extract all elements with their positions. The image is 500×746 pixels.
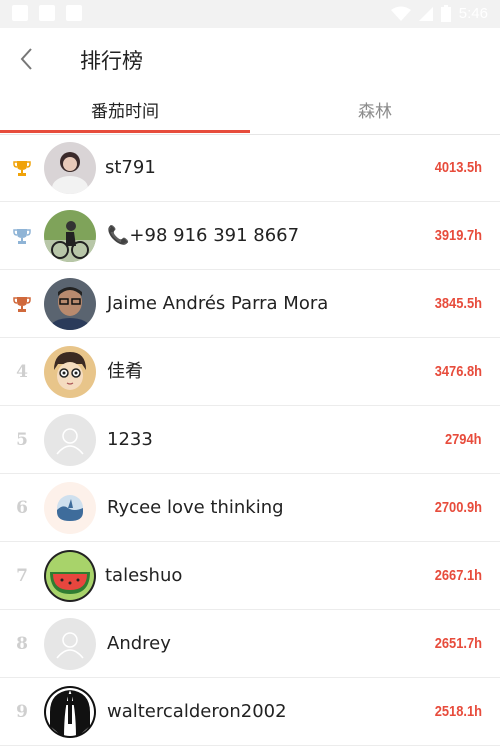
rank-number: 8 — [16, 633, 28, 654]
user-name: taleshuo — [105, 565, 183, 586]
rank-number: 9 — [16, 701, 28, 722]
focus-hours: 2667.1h — [434, 567, 482, 584]
page-title: 排行榜 — [80, 49, 143, 73]
notification-icons — [12, 5, 82, 21]
image-notification-icon — [12, 5, 28, 21]
user-name: 佳肴 — [107, 361, 143, 382]
list-item[interactable]: st791 4013.5h — [0, 134, 500, 202]
status-bar: 5:46 — [0, 0, 500, 28]
clock: 5:46 — [458, 5, 488, 22]
battery-icon — [440, 5, 451, 22]
focus-hours: 3845.5h — [434, 295, 482, 312]
user-name: Jaime Andrés Parra Mora — [107, 293, 329, 314]
back-arrow-icon[interactable] — [14, 46, 40, 72]
bronze-trophy-icon — [13, 296, 31, 312]
tab-forest[interactable]: 森林 — [250, 92, 500, 134]
focus-hours: 4013.5h — [434, 159, 482, 176]
user-name: waltercalderon2002 — [107, 701, 287, 722]
system-icons: 5:46 — [390, 5, 488, 22]
user-name: 1233 — [107, 429, 153, 450]
gold-trophy-icon — [13, 160, 31, 176]
user-name: 📞+98 916 391 8667 — [107, 225, 300, 246]
silver-trophy-icon — [13, 228, 31, 244]
active-tab-indicator — [0, 130, 250, 133]
avatar[interactable] — [44, 346, 96, 398]
list-item[interactable]: 8 Andrey 2651.7h — [0, 610, 500, 678]
user-name: Andrey — [107, 633, 171, 654]
avatar[interactable] — [44, 278, 96, 330]
tab-bar: 番茄时间 森林 — [0, 92, 500, 135]
list-item[interactable]: 6 Rycee love thinking 2700.9h — [0, 474, 500, 542]
user-name: st791 — [105, 157, 156, 178]
list-item[interactable]: Jaime Andrés Parra Mora 3845.5h — [0, 270, 500, 338]
rank-cell — [10, 202, 34, 269]
list-item[interactable]: 📞+98 916 391 8667 3919.7h — [0, 202, 500, 270]
rank-cell — [10, 134, 34, 201]
rank-number: 6 — [16, 497, 28, 518]
list-item[interactable]: 4 佳肴 3476.8h — [0, 338, 500, 406]
avatar[interactable] — [44, 482, 96, 534]
focus-hours: 2651.7h — [434, 635, 482, 652]
focus-hours: 3919.7h — [434, 227, 482, 244]
default-avatar[interactable] — [44, 618, 96, 670]
tab-pomodoro-time[interactable]: 番茄时间 — [0, 92, 250, 134]
default-avatar[interactable] — [44, 414, 96, 466]
focus-hours: 2518.1h — [434, 703, 482, 720]
rank-number: 7 — [16, 565, 28, 586]
avatar[interactable] — [44, 686, 96, 738]
list-item[interactable]: 5 1233 2794h — [0, 406, 500, 474]
app-bar: 排行榜 — [0, 28, 500, 92]
avatar[interactable] — [44, 550, 96, 602]
signal-icon — [418, 6, 433, 21]
list-item[interactable]: 9 waltercalderon2002 2518.1h — [0, 678, 500, 746]
rank-cell — [10, 270, 34, 337]
rank-number: 4 — [16, 361, 28, 382]
avatar[interactable] — [44, 210, 96, 262]
square-notification-icon — [66, 5, 82, 21]
leaderboard-list: st791 4013.5h 📞+98 916 391 8667 3919.7h — [0, 134, 500, 746]
app-notification-icon — [39, 5, 55, 21]
avatar[interactable] — [44, 142, 96, 194]
focus-hours: 3476.8h — [434, 363, 482, 380]
focus-hours: 2700.9h — [434, 499, 482, 516]
user-name: Rycee love thinking — [107, 497, 284, 518]
wifi-icon — [390, 6, 411, 21]
list-item[interactable]: 7 taleshuo 2667.1h — [0, 542, 500, 610]
focus-hours: 2794h — [445, 431, 482, 448]
rank-number: 5 — [16, 429, 28, 450]
